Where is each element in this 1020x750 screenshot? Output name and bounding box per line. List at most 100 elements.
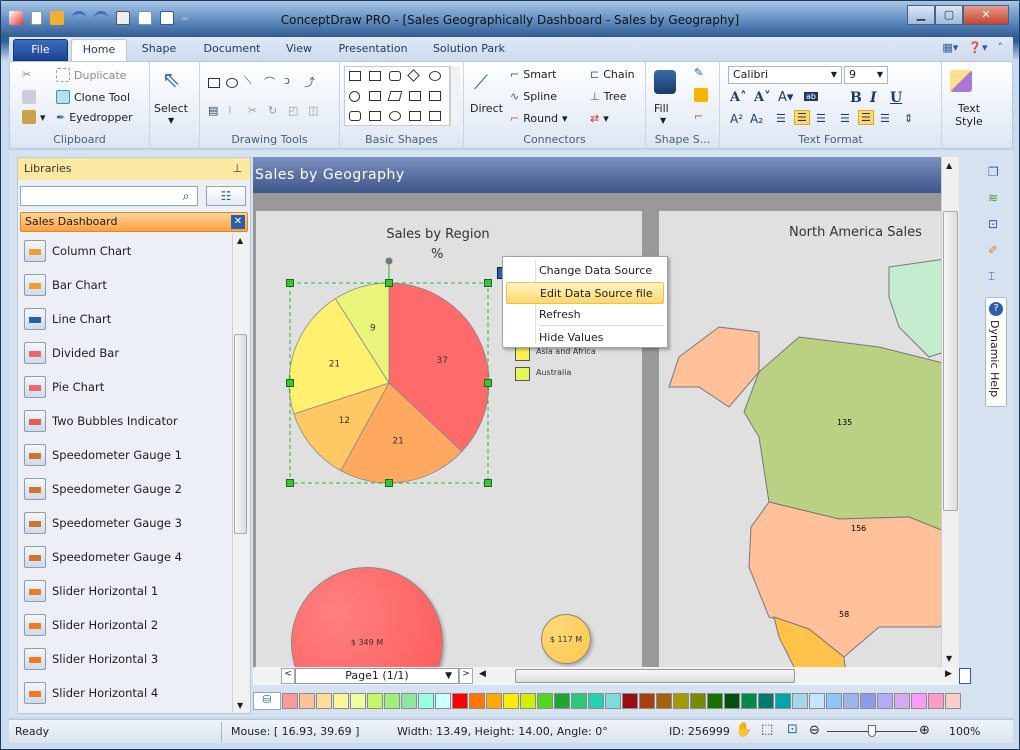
underline-button[interactable]: U — [890, 90, 902, 106]
resize-handle[interactable] — [286, 479, 294, 487]
clone-tool-button[interactable]: Clone Tool — [56, 90, 130, 104]
library-item[interactable]: Speedometer Gauge 3 — [20, 506, 232, 540]
palette-swatch[interactable] — [299, 693, 315, 709]
grow-font-icon[interactable]: A˄ — [730, 90, 747, 105]
layers-icon[interactable]: ≋ — [988, 191, 998, 205]
close-library-icon[interactable]: ✕ — [231, 215, 245, 229]
palette-swatch[interactable] — [418, 693, 434, 709]
library-item[interactable]: Slider Horizontal 4 — [20, 676, 232, 704]
palette-swatch[interactable] — [520, 693, 536, 709]
page-select[interactable]: Page1 (1/1) ▼ — [295, 668, 459, 684]
canvas-vertical-scrollbar[interactable]: ▲ ▼ — [941, 157, 959, 667]
select-dropdown[interactable]: ▼ — [168, 116, 174, 125]
smart-connector-button[interactable]: ⌐ Smart — [510, 68, 557, 81]
bezier-tool-icon[interactable]: ↄ — [284, 74, 290, 87]
layout-icon[interactable]: ▦▾ — [942, 41, 958, 54]
palette-swatch[interactable] — [588, 693, 604, 709]
context-menu-item[interactable]: Refresh — [506, 304, 664, 326]
palette-swatch[interactable] — [384, 693, 400, 709]
paste-button[interactable]: ▾ — [22, 110, 46, 124]
shape-ellipse-icon[interactable] — [429, 71, 441, 81]
bubble-small[interactable]: $ 117 M — [541, 614, 591, 664]
palette-swatch[interactable] — [316, 693, 332, 709]
zoom-in-icon[interactable]: ⊕ — [919, 723, 930, 738]
rotation-handle[interactable] — [385, 257, 393, 265]
canvas-horizontal-scrollbar[interactable] — [515, 669, 795, 683]
next-page-button[interactable]: > — [459, 668, 473, 684]
palette-swatch[interactable] — [792, 693, 808, 709]
subscript-icon[interactable]: A₂ — [750, 112, 763, 126]
palette-swatch[interactable] — [486, 693, 502, 709]
minimize-button[interactable]: ▁ — [907, 5, 935, 25]
connect-points-icon[interactable]: ⁞ — [228, 104, 232, 117]
palette-swatch[interactable] — [350, 693, 366, 709]
font-family-select[interactable]: Calibri ▼ — [728, 66, 842, 84]
library-item[interactable]: Slider Horizontal 2 — [20, 608, 232, 642]
shape-cube-icon[interactable] — [369, 111, 381, 121]
resize-handle[interactable] — [484, 379, 492, 387]
palette-swatch[interactable] — [741, 693, 757, 709]
fit-to-window-icon[interactable]: ⊡ — [787, 722, 798, 737]
fill-button[interactable]: Fill — [654, 102, 669, 115]
shape-pentagon-icon[interactable] — [409, 91, 421, 101]
font-color-icon[interactable]: A▾ — [778, 90, 793, 105]
library-item[interactable]: Speedometer Gauge 4 — [20, 540, 232, 574]
shape-star-icon[interactable] — [429, 111, 441, 121]
shape-rounded-rect-icon[interactable] — [389, 71, 401, 81]
active-library-header[interactable]: Sales Dashboard ✕ — [20, 212, 248, 232]
spline-connector-button[interactable]: ∿ Spline — [510, 90, 557, 103]
paint-bucket-icon[interactable]: ⛁ — [253, 692, 281, 710]
superscript-icon[interactable]: A² — [730, 112, 743, 126]
resize-handle[interactable] — [385, 279, 393, 287]
tab-shape[interactable]: Shape — [131, 39, 187, 61]
copy-button[interactable] — [22, 90, 36, 104]
polyline-tool-icon[interactable]: ⤴ — [304, 74, 315, 90]
text-tool-icon[interactable]: ▤ — [208, 104, 218, 117]
library-item[interactable]: Speedometer Gauge 2 — [20, 472, 232, 506]
palette-swatch[interactable] — [673, 693, 689, 709]
scissors-tool-icon[interactable]: ✂ — [248, 104, 257, 117]
palette-swatch[interactable] — [571, 693, 587, 709]
palette-swatch[interactable] — [826, 693, 842, 709]
palette-swatch[interactable] — [809, 693, 825, 709]
tab-file[interactable]: File — [13, 39, 68, 61]
fill-dropdown[interactable]: ▼ — [660, 116, 666, 125]
palette-swatch[interactable] — [435, 693, 451, 709]
line-color-icon[interactable]: ✎ — [694, 66, 703, 79]
palette-swatch[interactable] — [452, 693, 468, 709]
library-item[interactable]: Slider Horizontal 3 — [20, 642, 232, 676]
shape-parallelogram-icon[interactable] — [387, 91, 403, 101]
cut-button[interactable]: ✂ — [22, 68, 31, 81]
tab-document[interactable]: Document — [197, 39, 267, 61]
palette-swatch[interactable] — [656, 693, 672, 709]
scroll-right-icon[interactable]: ▶ — [945, 669, 952, 679]
palette-swatch[interactable] — [775, 693, 791, 709]
palette-swatch[interactable] — [911, 693, 927, 709]
align-bottom-icon[interactable]: ☰ — [880, 112, 890, 125]
palette-swatch[interactable] — [639, 693, 655, 709]
tab-presentation[interactable]: Presentation — [331, 39, 415, 61]
font-size-select[interactable]: 9 ▼ — [844, 66, 888, 84]
union-icon[interactable]: ◫ — [308, 104, 318, 117]
shapes-gallery-scroll[interactable] — [450, 66, 460, 126]
arc-tool-icon[interactable]: ⌒ — [264, 74, 275, 90]
select-button[interactable]: Select — [154, 102, 188, 115]
fit-page-icon[interactable] — [959, 668, 971, 684]
library-tree-button[interactable]: ☷ — [206, 186, 246, 206]
library-scrollbar[interactable]: ▲ ▼ — [232, 234, 248, 712]
pages-icon[interactable]: ❐ — [988, 165, 999, 179]
context-menu-item[interactable]: Hide Values — [506, 327, 664, 349]
palette-swatch[interactable] — [333, 693, 349, 709]
shrink-font-icon[interactable]: A˅ — [754, 90, 771, 105]
align-left-icon[interactable]: ☰ — [776, 112, 786, 125]
library-item[interactable]: Line Chart — [20, 302, 232, 336]
pan-hand-icon[interactable]: ✋ — [735, 722, 752, 738]
align-middle-icon[interactable]: ☰ — [858, 110, 874, 125]
size-position-icon[interactable]: ⌶ — [988, 269, 995, 284]
library-item[interactable]: Two Bubbles Indicator — [20, 404, 232, 438]
duplicate-button[interactable]: Duplicate — [56, 68, 126, 82]
resize-handle[interactable] — [286, 279, 294, 287]
corner-rounding-icon[interactable]: ⌐ — [694, 110, 703, 123]
shape-diamond-icon[interactable] — [407, 69, 420, 82]
align-top-icon[interactable]: ☰ — [840, 112, 850, 125]
